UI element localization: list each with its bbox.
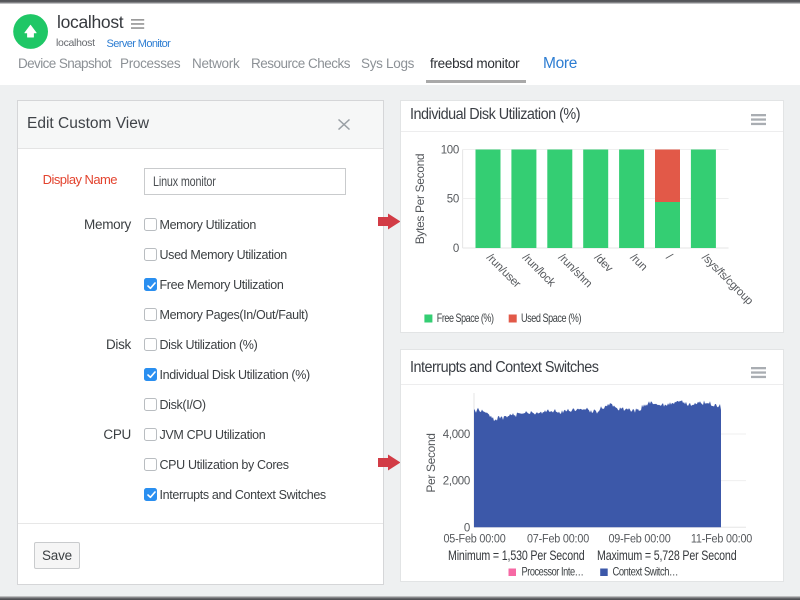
svg-text:/run: /run: [627, 252, 649, 274]
svg-text:05-Feb 00:00: 05-Feb 00:00: [443, 533, 505, 546]
svg-text:2,000: 2,000: [443, 476, 470, 488]
svg-text:Per Second: Per Second: [424, 433, 438, 492]
svg-text:11-Feb 00:00: 11-Feb 00:00: [691, 533, 752, 546]
svg-text:50: 50: [447, 194, 459, 206]
svg-text:Context Switch…: Context Switch…: [613, 566, 678, 579]
svg-text:/run/lock: /run/lock: [520, 252, 558, 290]
svg-text:/dev: /dev: [592, 252, 615, 275]
svg-text:/run/shm: /run/shm: [556, 252, 594, 290]
svg-text:/run/user: /run/user: [484, 252, 523, 291]
svg-text:Used Space (%): Used Space (%): [521, 313, 581, 325]
svg-text:Bytes Per Second: Bytes Per Second: [413, 154, 427, 244]
svg-text:Processor Inte…: Processor Inte…: [522, 567, 584, 579]
svg-text:100: 100: [441, 145, 459, 157]
svg-text:Free Space (%): Free Space (%): [437, 313, 494, 325]
svg-text:/sys/fs/cgroup: /sys/fs/cgroup: [699, 252, 755, 308]
svg-text:/: /: [663, 252, 674, 263]
svg-text:4,000: 4,000: [443, 429, 470, 441]
svg-text:0: 0: [453, 243, 459, 255]
svg-text:07-Feb 00:00: 07-Feb 00:00: [527, 533, 589, 546]
svg-text:09-Feb 00:00: 09-Feb 00:00: [608, 533, 670, 546]
